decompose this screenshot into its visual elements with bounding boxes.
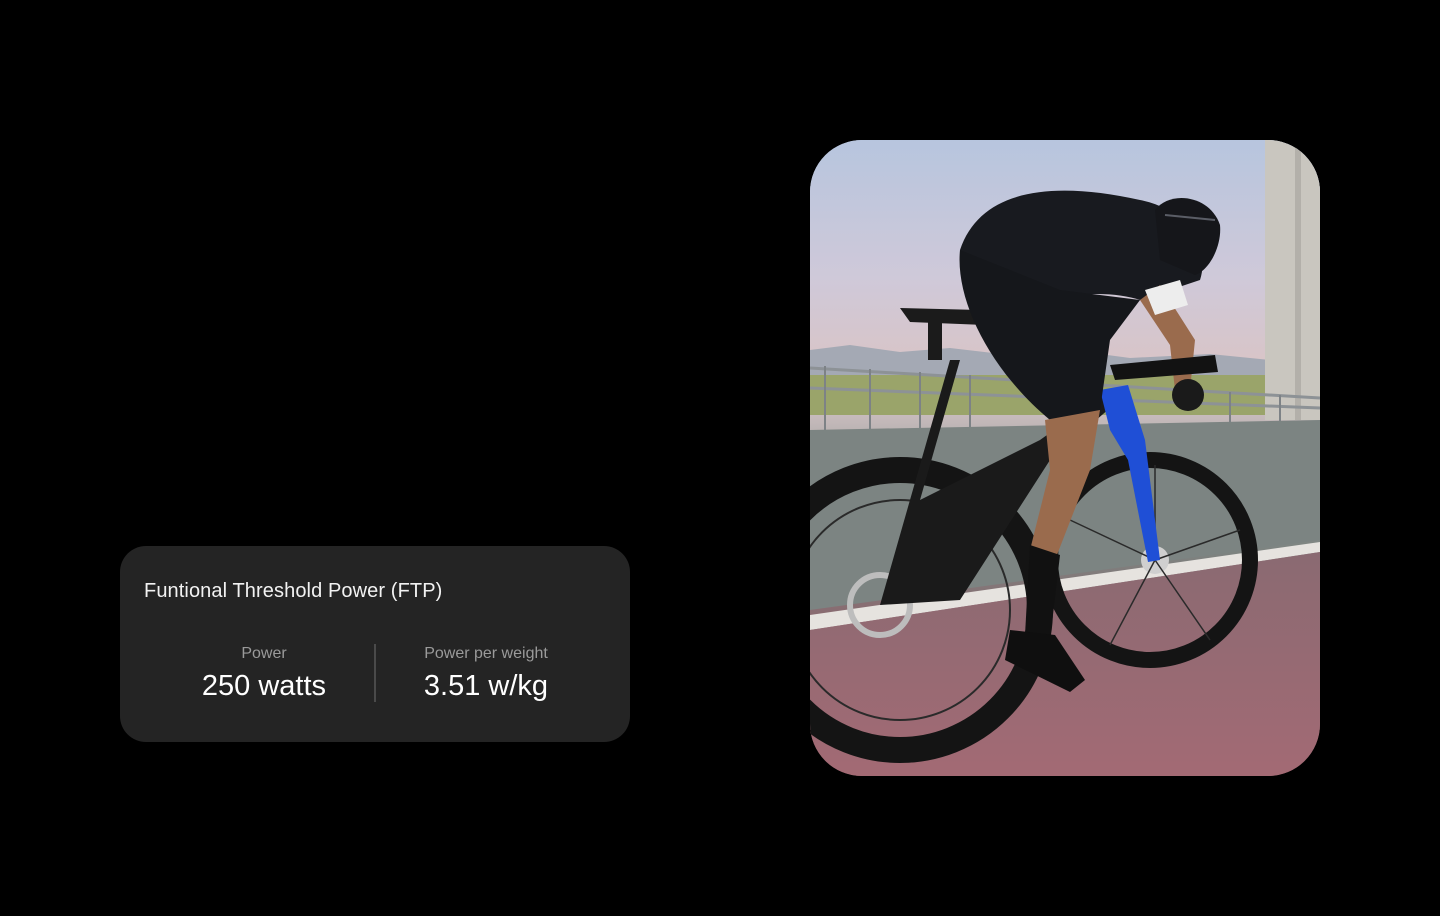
power-per-weight-label: Power per weight <box>424 645 548 662</box>
power-label: Power <box>241 645 287 662</box>
power-per-weight-value: 3.51 w/kg <box>423 670 549 702</box>
power-per-weight-metric: Power per weight 3.51 w/kg <box>371 644 601 704</box>
page: Funtional Threshold Power (FTP) Power 25… <box>0 0 1440 916</box>
ftp-card: Funtional Threshold Power (FTP) Power 25… <box>120 546 630 742</box>
power-value: 250 watts <box>201 670 327 702</box>
ftp-metrics: Power 250 watts Power per weight 3.51 w/… <box>120 644 630 702</box>
power-metric: Power 250 watts <box>149 644 379 704</box>
ftp-card-title: Funtional Threshold Power (FTP) <box>144 580 443 602</box>
cyclist-illustration <box>810 140 1320 776</box>
cyclist-photo <box>810 140 1320 776</box>
